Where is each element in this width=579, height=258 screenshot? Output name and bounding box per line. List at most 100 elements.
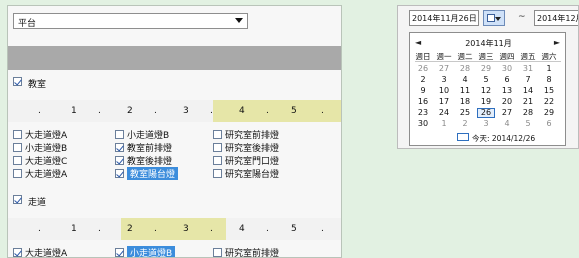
light-item[interactable]: 教室前排燈 — [115, 141, 172, 154]
light-item[interactable]: 大走道燈A — [13, 128, 67, 141]
light-item[interactable]: 研究室門口燈 — [213, 154, 279, 167]
tick-dot: . — [266, 224, 269, 234]
calendar-dropdown-button[interactable] — [483, 10, 505, 26]
light-item[interactable]: 研究室後排燈 — [213, 141, 279, 154]
calendar-day[interactable]: 14 — [519, 86, 537, 96]
calendar-day[interactable]: 19 — [477, 97, 495, 107]
calendar-day[interactable]: 12 — [477, 86, 495, 96]
date-range-panel: 2014年11月26日 ~ 2014年12月 ◄ 2014年11月 ► 今天: … — [397, 5, 579, 149]
tick-dot: . — [154, 106, 157, 116]
calendar-day[interactable]: 3 — [435, 75, 453, 85]
calendar-day[interactable]: 16 — [414, 97, 432, 107]
tick-dot: . — [321, 224, 324, 234]
calendar-day[interactable]: 18 — [456, 97, 474, 107]
light-checkbox[interactable] — [115, 142, 124, 152]
calendar-day[interactable]: 28 — [519, 108, 537, 118]
light-checkbox[interactable] — [213, 129, 222, 139]
light-item-selected[interactable]: 小走道燈B — [115, 245, 176, 257]
section-checkbox[interactable] — [13, 195, 22, 204]
calendar-day[interactable]: 20 — [498, 97, 516, 107]
light-checkbox[interactable] — [213, 168, 222, 178]
calendar-day[interactable]: 29 — [540, 108, 558, 118]
calendar-day[interactable]: 26 — [477, 108, 495, 118]
calendar-day[interactable]: 24 — [435, 108, 453, 118]
section-header-corridor: 走道 — [8, 192, 341, 208]
end-date-field[interactable]: 2014年12月 — [534, 10, 578, 26]
light-item[interactable]: 教室後排燈 — [115, 154, 172, 167]
light-item[interactable]: 大走道燈A — [13, 167, 67, 180]
light-checkbox[interactable] — [213, 155, 222, 165]
calendar-day[interactable]: 21 — [519, 97, 537, 107]
light-checkbox[interactable] — [13, 142, 22, 152]
calendar-day[interactable]: 6 — [498, 75, 516, 85]
light-checkbox[interactable] — [213, 142, 222, 152]
calendar-day[interactable]: 26 — [414, 64, 432, 74]
calendar-day[interactable]: 13 — [498, 86, 516, 96]
light-checkbox[interactable] — [115, 247, 124, 257]
calendar-day[interactable]: 9 — [414, 86, 432, 96]
light-item[interactable]: 大走道燈A — [13, 246, 67, 257]
light-item[interactable]: 研究室前排燈 — [213, 128, 279, 141]
calendar-day[interactable]: 30 — [498, 64, 516, 74]
calendar-day[interactable]: 31 — [519, 64, 537, 74]
next-month-icon[interactable]: ► — [554, 38, 560, 47]
calendar-day[interactable]: 28 — [456, 64, 474, 74]
calendar-day[interactable]: 22 — [540, 97, 558, 107]
calendar-day[interactable]: 4 — [456, 75, 474, 85]
light-checkbox[interactable] — [13, 155, 22, 165]
light-checkbox[interactable] — [13, 247, 22, 257]
light-item[interactable]: 小走道燈B — [115, 128, 169, 141]
light-checkbox[interactable] — [115, 129, 124, 139]
tick-5: 5 — [291, 106, 297, 116]
section-checkbox[interactable] — [13, 77, 22, 86]
calendar-day[interactable]: 5 — [519, 119, 537, 129]
light-checkbox[interactable] — [115, 155, 124, 165]
calendar-day[interactable]: 1 — [540, 64, 558, 74]
light-item-selected[interactable]: 教室陽台燈 — [115, 166, 179, 180]
light-checkbox[interactable] — [213, 247, 222, 257]
light-checkbox[interactable] — [115, 168, 124, 178]
calendar-day[interactable]: 5 — [477, 75, 495, 85]
chevron-down-icon — [235, 18, 243, 23]
start-date-field[interactable]: 2014年11月26日 — [409, 10, 479, 26]
section-title: 走道 — [28, 198, 47, 208]
calendar-day[interactable]: 23 — [414, 108, 432, 118]
calendar-day[interactable]: 27 — [435, 64, 453, 74]
calendar-day[interactable]: 2 — [414, 75, 432, 85]
calendar-day[interactable]: 11 — [456, 86, 474, 96]
light-item[interactable]: 研究室前排燈 — [213, 246, 279, 257]
calendar-day[interactable]: 8 — [540, 75, 558, 85]
today-link[interactable]: 今天: 2014/12/26 — [472, 133, 535, 144]
weekday-header: 週六 — [541, 52, 557, 61]
light-checkbox[interactable] — [13, 168, 22, 178]
calendar-day[interactable]: 2 — [456, 119, 474, 129]
calendar-day[interactable]: 1 — [435, 119, 453, 129]
level-ruler[interactable]: . 1 . 2 . 3 . 4 . 5 . — [8, 218, 341, 240]
calendar-day[interactable]: 17 — [435, 97, 453, 107]
light-item[interactable]: 研究室陽台燈 — [213, 167, 279, 180]
calendar-day[interactable]: 30 — [414, 119, 432, 129]
light-item[interactable]: 小走道燈B — [13, 141, 67, 154]
device-control-panel: 平台 教室 . 1 . 2 . 3 . 4 . 5 . 大走道燈A 小走道燈B … — [7, 5, 342, 258]
calendar-day[interactable]: 25 — [456, 108, 474, 118]
level-ruler[interactable]: . 1 . 2 . 3 . 4 . 5 . — [8, 100, 341, 122]
platform-dropdown[interactable]: 平台 — [13, 13, 248, 29]
calendar-day[interactable]: 7 — [519, 75, 537, 85]
tick-1: 1 — [71, 224, 77, 234]
calendar-day[interactable]: 29 — [477, 64, 495, 74]
weekday-header: 週五 — [520, 52, 536, 61]
tick-dot: . — [266, 106, 269, 116]
light-item[interactable]: 大走道燈C — [13, 154, 67, 167]
light-checkbox[interactable] — [13, 129, 22, 139]
calendar-day[interactable]: 3 — [477, 119, 495, 129]
calendar-day[interactable]: 4 — [498, 119, 516, 129]
calendar-day[interactable]: 15 — [540, 86, 558, 96]
calendar-day[interactable]: 10 — [435, 86, 453, 96]
calendar-icon — [487, 14, 495, 22]
calendar-month-title: 2014年11月 — [465, 39, 512, 48]
calendar-day[interactable]: 27 — [498, 108, 516, 118]
calendar-day[interactable]: 6 — [540, 119, 558, 129]
weekday-header: 週日 — [415, 52, 431, 61]
tick-dot: . — [98, 224, 101, 234]
section-header-classroom: 教室 — [8, 74, 341, 90]
